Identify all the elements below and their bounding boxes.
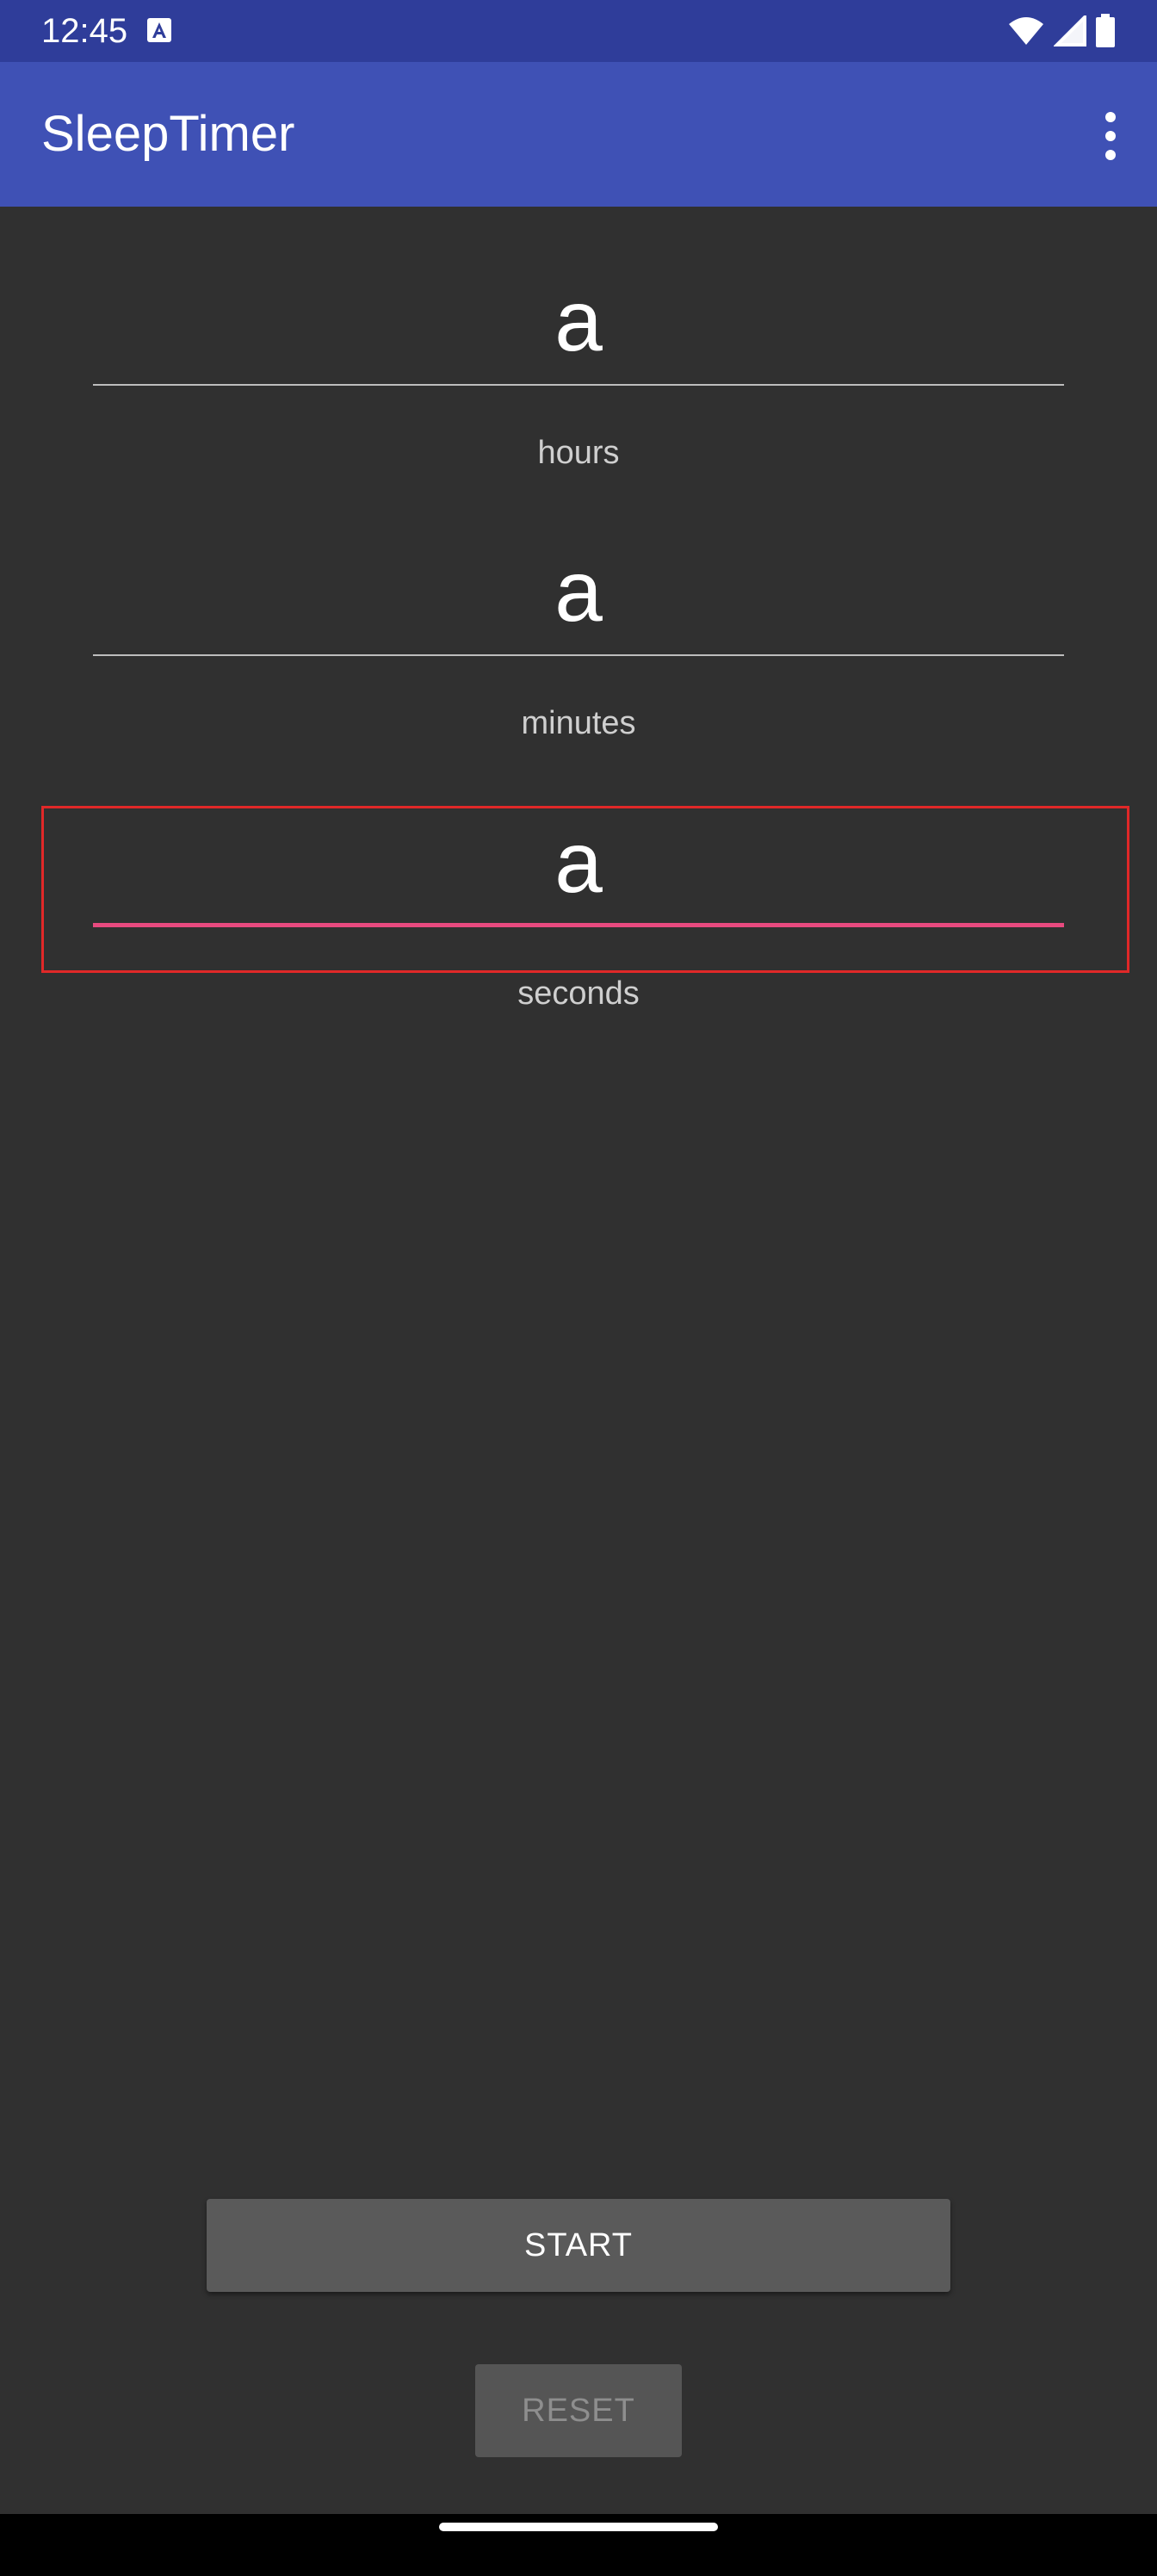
more-vert-icon[interactable]: [1098, 110, 1123, 162]
keyboard-a-icon: [147, 18, 171, 42]
minutes-underline: [93, 654, 1064, 656]
battery-icon: [1096, 14, 1115, 47]
status-bar: 12:45: [0, 0, 1157, 62]
minutes-label: minutes: [521, 705, 636, 741]
app-title: SleepTimer: [41, 106, 295, 162]
selection-highlight-box: [41, 806, 1129, 973]
status-icons: [1007, 14, 1116, 48]
seconds-label: seconds: [517, 975, 640, 1012]
status-time: 12:45: [41, 12, 128, 50]
signal-icon: [1054, 15, 1086, 46]
home-gesture-handle[interactable]: [439, 2523, 718, 2531]
minutes-input[interactable]: a: [93, 527, 1064, 656]
hours-underline: [93, 384, 1064, 386]
app-bar: SleepTimer: [0, 62, 1157, 207]
hours-label: hours: [537, 435, 620, 471]
wifi-icon: [1009, 17, 1043, 45]
hours-input[interactable]: a: [93, 257, 1064, 386]
reset-button[interactable]: RESET: [475, 2364, 682, 2457]
start-button[interactable]: START: [207, 2199, 950, 2292]
hours-value: a: [554, 273, 603, 369]
minutes-value: a: [554, 543, 603, 640]
